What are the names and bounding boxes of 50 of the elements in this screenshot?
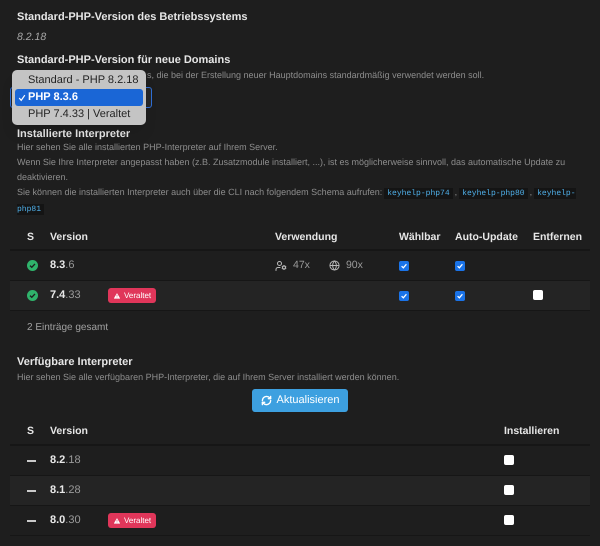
checkbox[interactable] [455, 260, 465, 270]
version-text: 8.0.30 [50, 513, 82, 528]
entry-count: 2 Einträge gesamt [26, 321, 110, 335]
description: Wenn Sie Ihre Interpreter angepasst haben (z.B. Zusatzmodule installiert, ...), ist es möglicherweise sinnvoll, das automatische Update zu deaktivieren. [17, 156, 566, 184]
outdated-badge: Veraltet [108, 288, 156, 303]
dropdown-option[interactable]: Standard - PHP 8.2.18 [15, 72, 143, 89]
column-header: Version [50, 230, 89, 246]
code-snippet: keyhelp-php80 [459, 188, 528, 199]
version-text: 8.1.28 [50, 483, 82, 498]
outdated-badge: Veraltet [108, 513, 156, 528]
checkmark-icon [18, 94, 26, 102]
version-text: 8.3.6 [50, 258, 76, 274]
column-header: Verwendung [275, 230, 338, 246]
column-header: Version [50, 424, 89, 440]
description: s, die bei der Erstellung neuer Hauptdomains standardmäßig verwendet werden soll. [147, 69, 486, 81]
description: , [530, 187, 532, 197]
os-version: 8.2.18 [17, 30, 48, 44]
usage-count: 90x [346, 258, 363, 273]
user-gear-icon [275, 260, 287, 272]
checkbox[interactable] [504, 454, 514, 464]
checkbox[interactable] [504, 484, 514, 494]
description: , [454, 187, 458, 197]
column-header: S [27, 424, 36, 440]
section-title: Verfügbare Interpreter [17, 355, 134, 369]
description: Hier sehen Sie alle installierten PHP-Interpreter auf Ihrem Server. [17, 141, 279, 154]
globe-icon [328, 260, 340, 271]
checkbox[interactable] [533, 290, 543, 300]
column-header: Entfernen [533, 230, 582, 246]
dropdown-option[interactable]: PHP 7.4.33 | Veraltet [15, 106, 143, 123]
checkbox[interactable] [399, 260, 409, 270]
section-title: Standard-PHP-Version des Betriebssystems [17, 10, 248, 24]
code-snippet: keyhelp-php74 [384, 188, 453, 199]
description: Hier sehen Sie alle verfügbaren PHP-Interpreter, die auf Ihrem Server installiert werden können. [17, 371, 400, 383]
warning-icon [113, 292, 121, 300]
section-title: Installierte Interpreter [17, 128, 132, 140]
warning-icon [113, 516, 121, 524]
version-text: 8.2.18 [50, 453, 82, 468]
column-header: Installieren [504, 424, 560, 440]
section-title: Standard-PHP-Version für neue Domains [17, 53, 232, 67]
description: Sie können die installierten Interpreter auch über die CLI nach folgendem Schema aufrufen: [17, 187, 382, 197]
column-header: Wählbar [399, 230, 442, 246]
checkbox[interactable] [504, 514, 514, 524]
dropdown-option[interactable]: PHP 8.3.6 [15, 89, 143, 106]
refresh-icon [260, 395, 272, 406]
version-text: 7.4.33 [50, 288, 82, 304]
checkbox[interactable] [399, 290, 409, 300]
checkbox[interactable] [455, 290, 465, 300]
column-header: Auto-Update [455, 230, 519, 246]
usage-count: 47x [293, 258, 310, 273]
column-header: S [27, 230, 36, 246]
